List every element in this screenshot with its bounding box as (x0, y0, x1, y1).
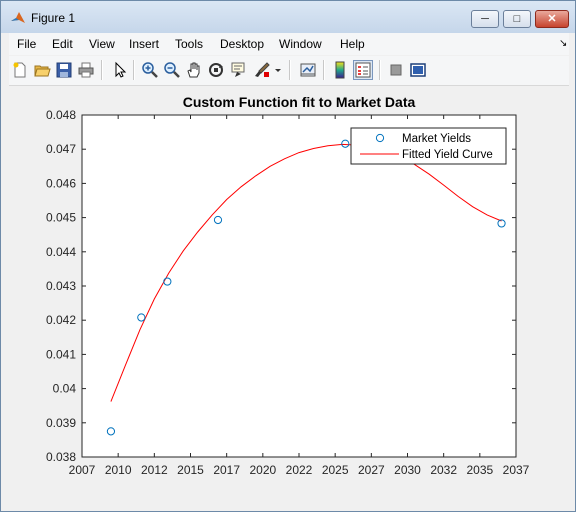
x-tick-label: 2037 (503, 463, 530, 477)
maximize-button[interactable]: □ (503, 10, 531, 28)
x-tick-label: 2035 (466, 463, 493, 477)
matlab-logo-icon (11, 12, 25, 23)
close-button[interactable]: ✕ (535, 10, 569, 28)
x-tick-label: 2027 (358, 463, 385, 477)
hide-plot-tools-icon[interactable] (387, 61, 405, 79)
figure-toolbar (9, 56, 569, 86)
save-icon[interactable] (55, 61, 73, 79)
pan-hand-icon[interactable] (185, 61, 203, 79)
x-tick-label: 2007 (69, 463, 96, 477)
brush-icon[interactable] (253, 61, 271, 79)
y-tick-label: 0.044 (46, 245, 76, 259)
brush-dropdown-icon[interactable] (273, 61, 283, 79)
x-tick-label: 2020 (249, 463, 276, 477)
y-tick-label: 0.045 (46, 211, 76, 225)
y-tick-label: 0.039 (46, 416, 76, 430)
y-tick-label: 0.043 (46, 279, 76, 293)
x-tick-label: 2030 (394, 463, 421, 477)
insert-colorbar-icon[interactable] (331, 61, 349, 79)
plot-area[interactable] (81, 114, 517, 458)
menu-edit[interactable]: Edit (52, 37, 73, 51)
chart-title: Custom Function fit to Market Data (183, 94, 416, 110)
menu-bar: File Edit View Insert Tools Desktop Wind… (9, 33, 569, 55)
zoom-out-icon[interactable] (163, 61, 181, 79)
legend-label-fitted-yield-curve: Fitted Yield Curve (402, 149, 493, 161)
menu-view[interactable]: View (89, 37, 115, 51)
show-plot-tools-icon[interactable] (409, 61, 427, 79)
x-tick-label: 2015 (177, 463, 204, 477)
data-cursor-icon[interactable] (229, 61, 247, 79)
title-bar[interactable]: Figure 1 ─ □ ✕ (1, 1, 575, 33)
figure-canvas: Custom Function fit to Market Data 2007 20… (9, 86, 569, 504)
y-tick-label: 0.042 (46, 313, 76, 327)
edit-plot-arrow-icon[interactable] (111, 61, 129, 79)
open-file-icon[interactable] (33, 61, 51, 79)
x-tick-label: 2017 (213, 463, 240, 477)
menu-desktop[interactable]: Desktop (220, 37, 264, 51)
minimize-button[interactable]: ─ (471, 10, 499, 28)
link-plot-icon[interactable] (299, 61, 317, 79)
print-icon[interactable] (77, 61, 95, 79)
figure-window: Figure 1 ─ □ ✕ File Edit View Insert Too… (0, 0, 576, 512)
x-tick-label: 2032 (430, 463, 457, 477)
legend-label-market-yields: Market Yields (402, 133, 471, 145)
menu-insert[interactable]: Insert (129, 37, 159, 51)
menu-help[interactable]: Help (340, 37, 365, 51)
y-tick-label: 0.041 (46, 347, 76, 361)
y-tick-label: 0.04 (53, 382, 77, 396)
x-tick-label: 2022 (286, 463, 313, 477)
menu-window[interactable]: Window (279, 37, 322, 51)
dock-arrow-icon[interactable]: ↘ (559, 38, 567, 49)
chart-svg: Custom Function fit to Market Data 2007 20… (46, 94, 530, 477)
menu-tools[interactable]: Tools (175, 37, 203, 51)
rotate-3d-icon[interactable] (207, 61, 225, 79)
y-tick-label: 0.046 (46, 176, 76, 190)
zoom-in-icon[interactable] (141, 61, 159, 79)
x-tick-label: 2025 (322, 463, 349, 477)
menu-file[interactable]: File (17, 37, 36, 51)
new-figure-icon[interactable] (11, 61, 29, 79)
x-tick-label: 2010 (105, 463, 132, 477)
insert-legend-icon[interactable] (353, 60, 373, 80)
window-title: Figure 1 (31, 11, 76, 25)
y-tick-label: 0.038 (46, 450, 76, 464)
x-tick-label: 2012 (141, 463, 168, 477)
y-tick-label: 0.047 (46, 142, 76, 156)
y-tick-label: 0.048 (46, 108, 76, 122)
